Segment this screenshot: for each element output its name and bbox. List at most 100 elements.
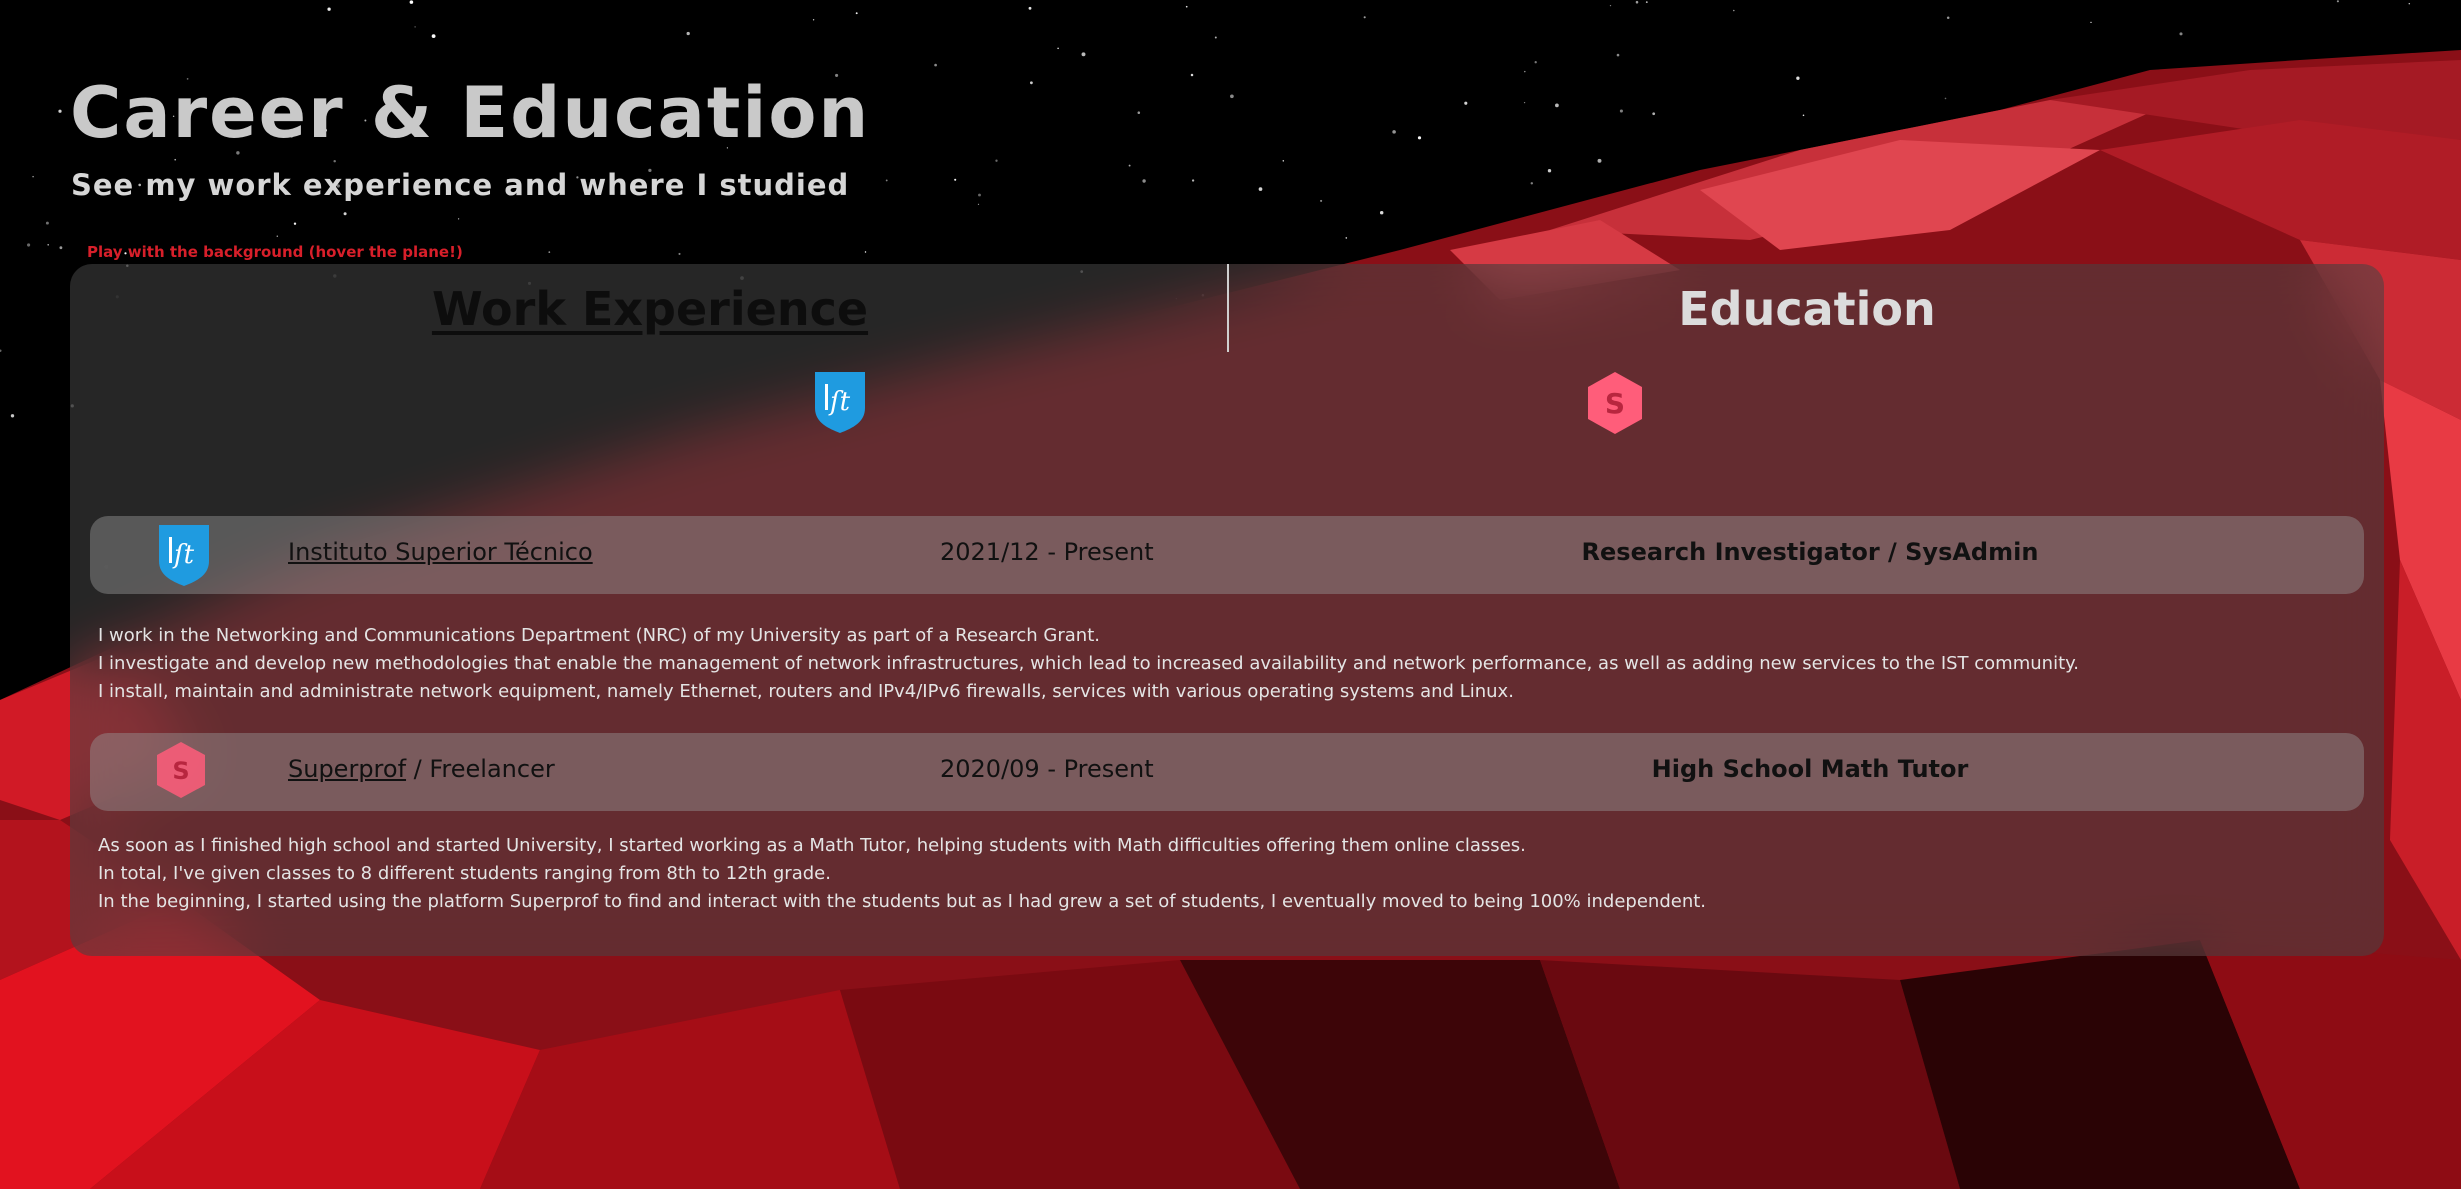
star <box>978 193 981 197</box>
svg-text:S: S <box>172 757 189 785</box>
job-row-ist: ſt Instituto Superior Técnico 2021/12 - … <box>90 516 2364 594</box>
svg-text:ſt: ſt <box>172 540 195 570</box>
description-line: In the beginning, I started using the pl… <box>98 891 1707 912</box>
job-company: Superprof / Freelancer <box>288 755 555 783</box>
star <box>1555 103 1559 108</box>
job-role: High School Math Tutor <box>1651 755 1969 783</box>
job-description: As soon as I finished high school and st… <box>98 832 2338 916</box>
description-line: I investigate and develop new methodolog… <box>98 653 2079 674</box>
star <box>333 159 336 163</box>
star <box>327 7 331 11</box>
star <box>276 235 279 238</box>
star <box>855 12 858 15</box>
star <box>954 178 957 181</box>
company-link[interactable]: Superprof <box>288 755 406 783</box>
star <box>1029 81 1033 85</box>
star <box>1796 76 1800 80</box>
star <box>414 26 416 28</box>
star <box>2336 0 2339 3</box>
star <box>812 19 815 21</box>
star <box>1185 5 1188 8</box>
job-dates: 2020/09 - Present <box>940 755 1154 783</box>
job-company: Instituto Superior Técnico <box>288 538 593 566</box>
star <box>10 414 15 418</box>
star <box>864 251 867 253</box>
superprof-logo-icon[interactable]: S <box>1585 370 1645 436</box>
star <box>45 221 49 225</box>
star <box>1534 61 1537 64</box>
star <box>1802 114 1805 117</box>
star <box>1128 164 1131 167</box>
star <box>431 34 436 39</box>
star <box>1635 0 1639 4</box>
description-line: I install, maintain and administrate net… <box>98 681 1514 702</box>
star <box>2408 2 2411 5</box>
star <box>1190 73 1194 77</box>
star <box>59 246 63 250</box>
ist-logo-icon: ſt <box>159 525 209 586</box>
star <box>409 0 414 4</box>
star <box>1946 16 1950 19</box>
description-line: As soon as I finished high school and st… <box>98 835 1526 856</box>
star <box>27 243 31 247</box>
star <box>1028 6 1032 10</box>
star <box>1191 179 1195 182</box>
page-title: Career & Education <box>70 72 871 154</box>
career-panel: Work Experience Education ſt S ſt Instit… <box>70 264 2384 956</box>
star <box>1616 53 1620 57</box>
star <box>885 179 888 182</box>
job-description: I work in the Networking and Communicati… <box>98 622 2338 706</box>
star <box>1530 182 1534 185</box>
svg-text:S: S <box>1605 387 1625 420</box>
star <box>678 252 681 255</box>
star <box>1363 16 1366 19</box>
star <box>1523 101 1526 104</box>
star <box>934 63 937 67</box>
tab-work-experience[interactable]: Work Experience <box>70 282 1230 336</box>
star <box>58 109 62 113</box>
star <box>548 251 551 253</box>
svg-text:ſt: ſt <box>828 387 851 417</box>
star <box>1230 94 1234 99</box>
job-role: Research Investigator / SysAdmin <box>1581 538 2039 566</box>
star <box>1645 1 1648 3</box>
company-suffix: / Freelancer <box>406 755 555 783</box>
star <box>1619 109 1623 113</box>
star <box>1258 187 1263 191</box>
star <box>174 158 177 161</box>
page-subtitle: See my work experience and where I studi… <box>71 168 850 202</box>
star <box>1464 101 1468 105</box>
star <box>686 31 690 36</box>
star <box>1081 52 1086 57</box>
star <box>2090 21 2092 24</box>
star <box>1379 210 1384 215</box>
star <box>1417 136 1422 140</box>
star <box>47 244 49 246</box>
star <box>2179 32 2183 36</box>
superprof-logo-icon: S <box>157 742 205 798</box>
star <box>1137 111 1141 114</box>
star <box>995 159 998 162</box>
ist-logo-icon[interactable]: ſt <box>813 370 867 434</box>
description-line: I work in the Networking and Communicati… <box>98 625 1100 646</box>
star <box>1547 169 1552 173</box>
star <box>1214 36 1217 39</box>
star <box>1345 237 1348 239</box>
star <box>1142 179 1146 183</box>
star <box>1057 47 1059 50</box>
star <box>457 218 460 220</box>
star <box>293 222 297 225</box>
star <box>343 212 347 216</box>
job-row-superprof: S Superprof / Freelancer 2020/09 - Prese… <box>90 733 2364 811</box>
star <box>1320 199 1323 202</box>
star <box>32 175 34 178</box>
description-line: In total, I've given classes to 8 differ… <box>98 863 831 884</box>
star <box>1597 158 1602 163</box>
star <box>1609 4 1612 7</box>
star <box>1652 112 1656 116</box>
job-dates: 2021/12 - Present <box>940 538 1154 566</box>
star <box>1944 97 1947 100</box>
tab-education[interactable]: Education <box>1227 282 2384 336</box>
company-link[interactable]: Instituto Superior Técnico <box>288 538 593 566</box>
background-hint: Play with the background (hover the plan… <box>87 243 463 261</box>
